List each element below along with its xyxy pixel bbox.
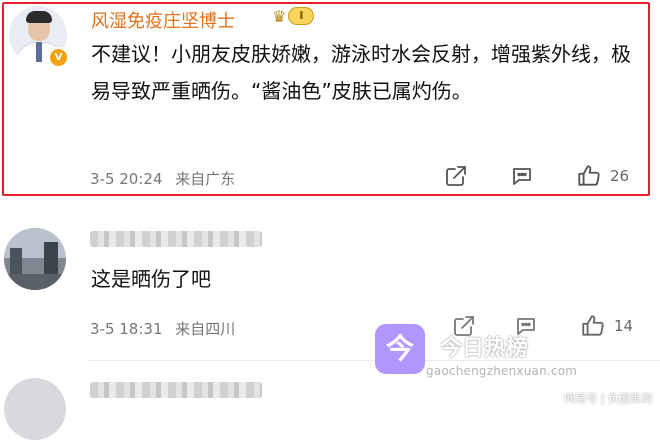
- like-button[interactable]: 26: [576, 163, 629, 189]
- avatar[interactable]: [4, 378, 66, 440]
- comment-item-1: V 风湿免疫庄坚博士 ♛ I 不建议！小朋友皮肤娇嫩，游泳时水会反射，增强紫外线…: [0, 0, 660, 200]
- like-count: 14: [614, 317, 634, 335]
- comment-meta: 3-5 20:24 来自广东: [90, 168, 235, 189]
- like-count: 26: [610, 167, 630, 185]
- comment-meta: 3-5 18:31 来自四川: [90, 318, 235, 339]
- avatar[interactable]: [4, 228, 66, 290]
- avatar-tie: [36, 42, 42, 62]
- comment-text: 不建议！小朋友皮肤娇嫩，游泳时水会反射，增强紫外线，极易导致严重晒伤。“酱油色”…: [91, 42, 631, 103]
- watermark-url: gaochengzhenxuan.com: [426, 364, 578, 378]
- comment-text: 这是晒伤了吧: [91, 267, 211, 291]
- comment-date: 3-5 20:24: [90, 170, 163, 188]
- comment-date: 3-5 18:31: [90, 320, 163, 338]
- comment-icon: [513, 168, 531, 185]
- username[interactable]: 风湿免疫庄坚博士: [91, 7, 235, 33]
- share-icon: [446, 166, 466, 186]
- reply-button[interactable]: [510, 164, 534, 188]
- watermark-corner: 网易号 | 负面黑洞: [564, 392, 652, 405]
- username-blurred[interactable]: [90, 382, 262, 398]
- comment-location: 来自四川: [175, 320, 236, 338]
- like-button[interactable]: 14: [580, 313, 633, 339]
- watermark-logo-icon: 今: [375, 324, 425, 374]
- thumbs-up-icon: [578, 165, 600, 186]
- divider: [88, 360, 660, 361]
- watermark-title: 今日热榜: [440, 336, 529, 361]
- avatar-hair: [26, 11, 52, 23]
- level-label: I: [288, 7, 315, 25]
- thumbs-up-icon: [582, 315, 604, 336]
- username-blurred[interactable]: [90, 231, 262, 247]
- level-badge: ♛ I: [272, 5, 315, 27]
- comment-location: 来自广东: [175, 170, 236, 188]
- share-button[interactable]: [444, 164, 468, 188]
- crown-icon: ♛: [272, 6, 287, 26]
- verified-icon: V: [48, 47, 69, 68]
- avatar-street: [4, 274, 66, 290]
